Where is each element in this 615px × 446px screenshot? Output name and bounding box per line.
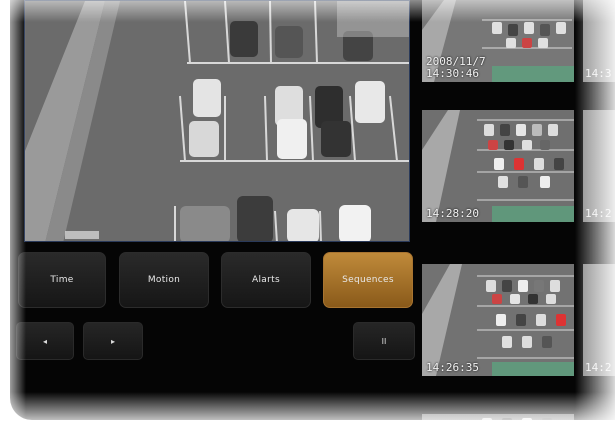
time-button-label: Time <box>50 275 74 285</box>
next-icon: ▸ <box>110 336 115 346</box>
parking-lot-image <box>25 1 409 241</box>
thumbnail-edge-1-time: 14:3 <box>585 67 612 80</box>
thumbnail-1[interactable]: 2008/11/7 14:30:46 <box>422 0 574 82</box>
thumbnail-2[interactable]: 14:28:20 <box>422 110 574 222</box>
thumbnail-edge-2-time: 14:2 <box>585 207 612 220</box>
thumbnail-4[interactable] <box>422 414 574 420</box>
pause-button[interactable]: II <box>353 322 415 360</box>
next-button[interactable]: ▸ <box>83 322 143 360</box>
thumbnail-2-timestamp: 14:28:20 <box>426 207 479 220</box>
alerts-button[interactable]: Alarts <box>221 252 311 308</box>
motion-button[interactable]: Motion <box>119 252 209 308</box>
previous-button[interactable]: ◂ <box>16 322 74 360</box>
previous-icon: ◂ <box>42 336 47 346</box>
thumbnail-edge-3-time: 14:2 <box>585 361 612 374</box>
camera-viewer: Time Motion Alarts Sequences ◂ ▸ II 2008… <box>10 0 615 420</box>
thumbnail-1-timestamp: 2008/11/7 14:30:46 <box>426 56 486 80</box>
pause-icon: II <box>381 336 387 346</box>
thumbnail-edge-2[interactable]: 14:2 <box>583 110 615 222</box>
thumbnail-3-timestamp: 14:26:35 <box>426 361 479 374</box>
motion-button-label: Motion <box>147 275 181 285</box>
sequences-button-label: Sequences <box>342 275 394 285</box>
thumbnail-edge-1[interactable]: 14:3 <box>583 0 615 82</box>
alerts-button-label: Alarts <box>252 275 280 285</box>
sequences-button[interactable]: Sequences <box>323 252 413 308</box>
thumbnail-3[interactable]: 14:26:35 <box>422 264 574 376</box>
time-button[interactable]: Time <box>18 252 106 308</box>
thumbnail-2-image <box>422 110 574 222</box>
thumbnail-3-image <box>422 264 574 376</box>
thumbnail-4-image <box>422 414 574 420</box>
thumbnail-1-time: 14:30:46 <box>426 67 479 80</box>
thumbnail-edge-3[interactable]: 14:2 <box>583 264 615 376</box>
main-camera-feed[interactable] <box>24 0 410 242</box>
